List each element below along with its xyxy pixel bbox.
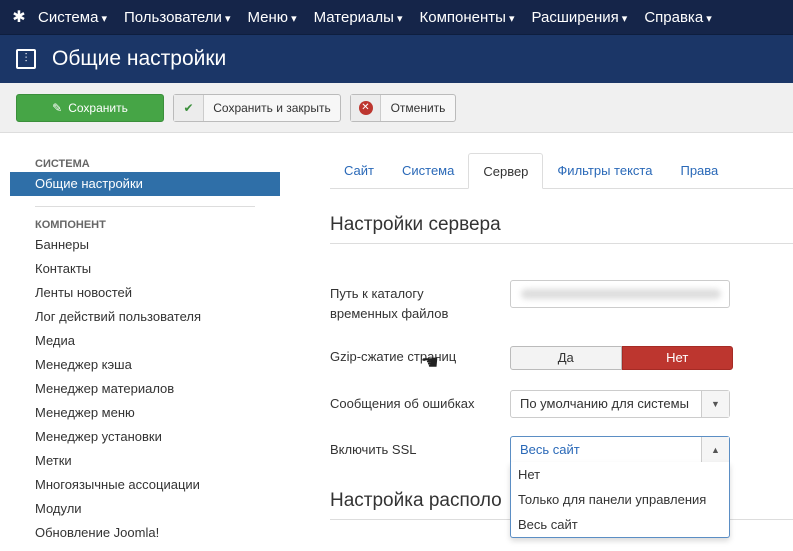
- joomla-logo-icon[interactable]: ✱: [0, 7, 38, 27]
- menu-system[interactable]: Система: [38, 9, 107, 26]
- ssl-option-none[interactable]: Нет: [511, 462, 729, 487]
- menu-extensions[interactable]: Расширения: [532, 9, 628, 26]
- sidebar-item[interactable]: Менеджер кэша: [10, 353, 280, 377]
- sidebar-item[interactable]: Многоязычные ассоциации: [10, 473, 280, 497]
- check-icon: ✔: [174, 95, 204, 121]
- sidebar-item[interactable]: Менеджер установки: [10, 425, 280, 449]
- tab-text-filters[interactable]: Фильтры текста: [543, 153, 666, 188]
- sidebar-item[interactable]: Модули: [10, 497, 280, 521]
- gzip-toggle: Да Нет: [510, 346, 733, 370]
- page-title: Общие настройки: [52, 47, 227, 70]
- hand-cursor-icon: ☚: [421, 352, 439, 374]
- sidebar-item[interactable]: Менеджер материалов: [10, 377, 280, 401]
- equalizer-icon: ⫶: [16, 49, 36, 69]
- tab-site[interactable]: Сайт: [330, 153, 388, 188]
- sidebar-item[interactable]: Ленты новостей: [10, 281, 280, 305]
- menu-content[interactable]: Материалы: [314, 9, 403, 26]
- section-heading-server: Настройки сервера: [330, 214, 501, 235]
- sidebar-item[interactable]: Медиа: [10, 329, 280, 353]
- sidebar-section-component: КОМПОНЕНТ: [35, 219, 106, 231]
- tab-server[interactable]: Сервер: [468, 153, 544, 189]
- menu-components[interactable]: Компоненты: [420, 9, 515, 26]
- sidebar-item[interactable]: Обновление Joomla!: [10, 521, 280, 545]
- sidebar: СИСТЕМА Общие настройки КОМПОНЕНТ Баннер…: [10, 158, 280, 545]
- sidebar-item[interactable]: Контакты: [10, 257, 280, 281]
- sidebar-item[interactable]: Менеджер меню: [10, 401, 280, 425]
- save-button[interactable]: ✎ Сохранить: [16, 94, 164, 122]
- cancel-button[interactable]: ✕ Отменить: [350, 94, 456, 122]
- sidebar-section-system: СИСТЕМА: [35, 158, 90, 170]
- toolbar: ✎ Сохранить ✔ Сохранить и закрыть ✕ Отменит…: [0, 83, 793, 133]
- menu-menus[interactable]: Меню: [247, 9, 296, 26]
- ssl-dropdown: Нет Только для панели управления Весь са…: [510, 462, 730, 538]
- tab-system[interactable]: Система: [388, 153, 468, 188]
- tmp-path-input[interactable]: [510, 280, 730, 308]
- tab-permissions[interactable]: Права: [666, 153, 732, 188]
- error-reporting-label: Сообщения об ошибках: [330, 396, 475, 411]
- sidebar-item[interactable]: Баннеры: [10, 233, 280, 257]
- menu-help[interactable]: Справка: [644, 9, 711, 26]
- tabs: Сайт Система Сервер Фильтры текста Права: [330, 153, 793, 189]
- tmp-path-label: Путь к каталогу временных файлов: [330, 286, 449, 321]
- ssl-option-admin[interactable]: Только для панели управления: [511, 487, 729, 512]
- ssl-label: Включить SSL: [330, 442, 417, 457]
- ssl-select[interactable]: Весь сайт ▲: [510, 436, 730, 464]
- error-reporting-select[interactable]: По умолчанию для системы ▼: [510, 390, 730, 418]
- ssl-option-site[interactable]: Весь сайт: [511, 512, 729, 537]
- edit-icon: ✎: [52, 101, 63, 115]
- gzip-yes-button[interactable]: Да: [510, 346, 622, 370]
- sidebar-item[interactable]: Метки: [10, 449, 280, 473]
- sidebar-item-global-config[interactable]: Общие настройки: [10, 172, 280, 196]
- menu-users[interactable]: Пользователи: [124, 9, 230, 26]
- gzip-no-button[interactable]: Нет: [621, 346, 733, 370]
- page-header: ⫶ Общие настройки: [0, 34, 793, 83]
- top-menu: ✱ Система Пользователи Меню Материалы Ко…: [0, 0, 793, 34]
- cancel-icon: ✕: [351, 95, 381, 121]
- section-heading-location: Настройка располо: [330, 490, 502, 511]
- save-close-button[interactable]: ✔ Сохранить и закрыть: [173, 94, 341, 122]
- chevron-up-icon: ▲: [701, 437, 729, 463]
- divider: [330, 243, 793, 244]
- divider: [35, 206, 255, 207]
- sidebar-item[interactable]: Лог действий пользователя: [10, 305, 280, 329]
- chevron-down-icon: ▼: [701, 391, 729, 417]
